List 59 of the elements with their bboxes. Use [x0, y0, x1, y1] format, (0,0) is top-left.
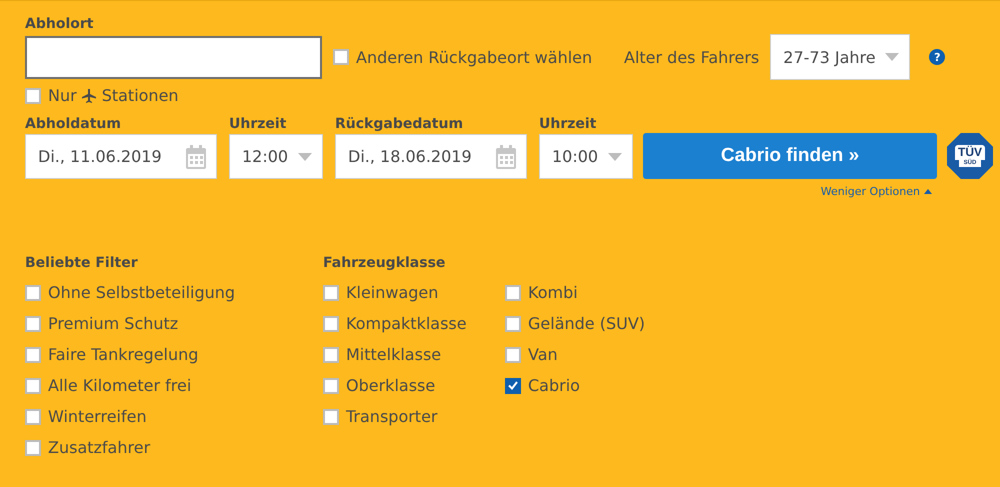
time-select[interactable]: 12:00 — [229, 134, 323, 179]
field-label: Alter des Fahrers — [624, 48, 760, 66]
filter-option[interactable]: Zusatzfahrer — [25, 437, 305, 458]
filter-option[interactable]: Kombi — [505, 282, 687, 303]
checkbox[interactable] — [25, 408, 41, 424]
checkbox[interactable] — [333, 49, 349, 65]
filter-option[interactable]: Transporter — [323, 406, 505, 427]
section-heading: Fahrzeugklasse — [323, 254, 446, 273]
checkbox[interactable] — [505, 346, 521, 362]
caret-icon — [298, 152, 312, 160]
checkbox[interactable] — [323, 378, 339, 394]
checkbox[interactable] — [323, 346, 339, 362]
checkbox[interactable] — [25, 346, 41, 362]
checkbox-label[interactable]: Nur — [25, 86, 77, 105]
checkbox-label[interactable]: Anderen Rückgabeort wählen — [333, 48, 613, 66]
filter-option[interactable]: Oberklasse — [323, 375, 505, 396]
caret-icon — [608, 152, 622, 160]
date-field[interactable]: Di., 11.06.2019 — [25, 134, 217, 179]
time-select[interactable]: 10:00 — [539, 134, 633, 179]
calendar-icon — [186, 144, 206, 168]
field-label: Uhrzeit — [229, 115, 288, 134]
checkbox[interactable] — [25, 88, 41, 104]
checkbox[interactable] — [25, 316, 41, 332]
checkbox[interactable] — [25, 284, 41, 300]
caret-up-icon — [924, 189, 932, 194]
filter-option[interactable]: Faire Tankregelung — [25, 344, 305, 365]
checkbox[interactable] — [25, 378, 41, 394]
section-heading: Beliebte Filter — [25, 254, 139, 273]
checkbox[interactable] — [323, 408, 339, 424]
search-button[interactable]: Cabrio finden » — [643, 133, 937, 179]
field-label: Uhrzeit — [539, 115, 598, 134]
checkbox-label: Stationen — [102, 86, 179, 105]
checkbox[interactable] — [505, 378, 521, 394]
filter-option[interactable]: Kleinwagen — [323, 282, 505, 303]
age-select[interactable]: 27-73 Jahre — [770, 34, 910, 80]
date-field[interactable]: Di., 18.06.2019 — [335, 134, 527, 179]
checkbox[interactable] — [323, 284, 339, 300]
checkbox[interactable] — [25, 440, 41, 456]
plane-icon — [82, 88, 96, 102]
filter-option[interactable]: Premium Schutz — [25, 313, 305, 334]
filter-option[interactable]: Gelände (SUV) — [505, 313, 687, 334]
field-label: Abholdatum — [25, 115, 122, 134]
filter-option[interactable]: Winterreifen — [25, 406, 305, 427]
fewer-options-link[interactable]: Weniger Optionen — [820, 185, 932, 198]
filter-option[interactable]: Mittelklasse — [323, 344, 505, 365]
filter-option[interactable]: Cabrio — [505, 375, 687, 396]
filter-option[interactable]: Van — [505, 344, 687, 365]
caret-icon — [885, 53, 900, 61]
field-label: Abholort — [25, 15, 94, 34]
filter-option[interactable]: Kompaktklasse — [323, 313, 505, 334]
checkbox[interactable] — [505, 284, 521, 300]
filter-option[interactable]: Alle Kilometer frei — [25, 375, 305, 396]
field-label: Rückgabedatum — [335, 115, 464, 134]
checkbox[interactable] — [323, 316, 339, 332]
calendar-icon — [496, 144, 516, 168]
help-icon[interactable]: ? — [929, 49, 946, 65]
filter-option[interactable]: Ohne Selbstbeteiligung — [25, 282, 305, 303]
checkbox[interactable] — [505, 316, 521, 332]
input-field[interactable] — [25, 36, 322, 78]
